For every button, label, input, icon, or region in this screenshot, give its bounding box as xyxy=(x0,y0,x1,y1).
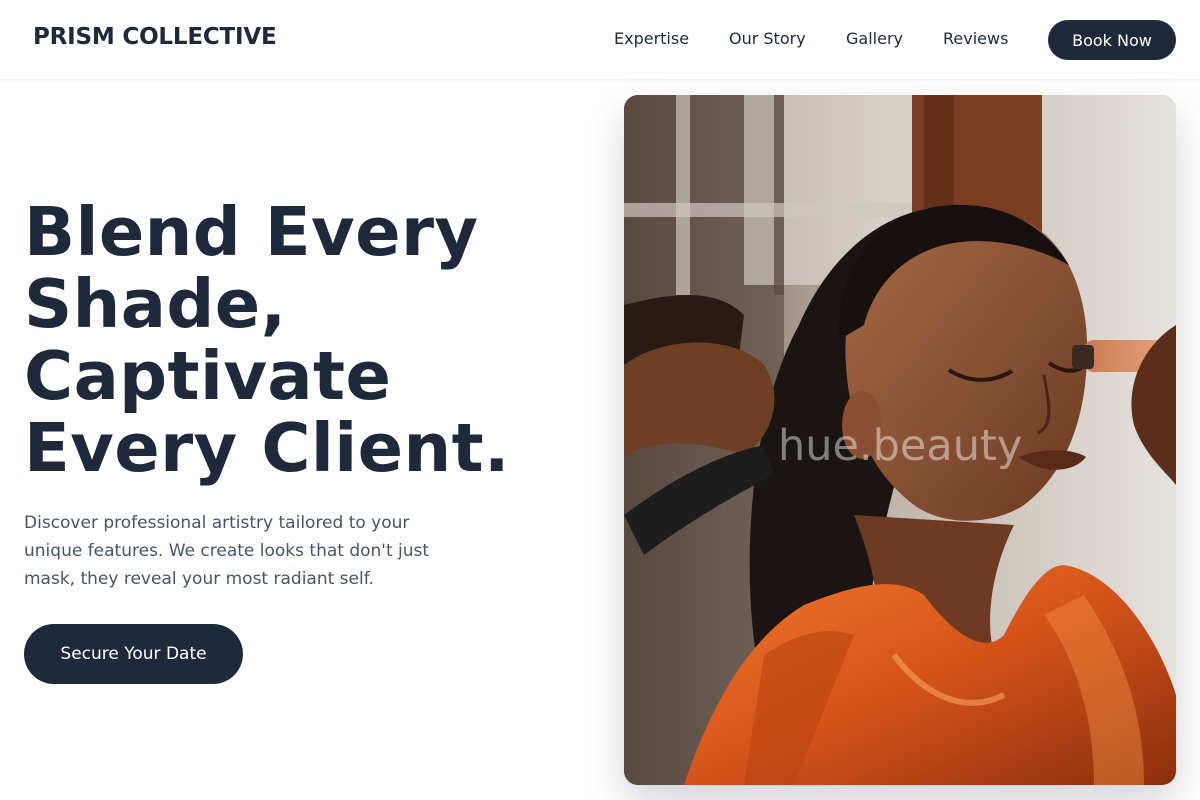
photo-watermark: hue.beauty xyxy=(778,421,1023,471)
hero-description-line: mask, they reveal your most radiant self… xyxy=(24,569,374,589)
nav-link-our-story[interactable]: Our Story xyxy=(729,29,806,48)
hero-photo: hue.beauty xyxy=(624,95,1176,785)
nav-link-reviews[interactable]: Reviews xyxy=(943,29,1008,48)
hero-title-line: Captivate xyxy=(24,337,392,415)
book-now-button[interactable]: Book Now xyxy=(1048,20,1176,60)
hero-title-line: Shade, xyxy=(24,265,287,343)
hero-title-line: Blend Every xyxy=(24,193,479,271)
hero-title-line: Every Client. xyxy=(24,409,510,487)
site-header: PRISM COLLECTIVE Expertise Our Story Gal… xyxy=(0,0,1200,80)
hero-description-line: Discover professional artistry tailored … xyxy=(24,513,410,533)
secure-your-date-button[interactable]: Secure Your Date xyxy=(24,624,243,684)
nav-link-gallery[interactable]: Gallery xyxy=(846,29,903,48)
hero-description-line: unique features. We create looks that do… xyxy=(24,541,430,561)
hero-description: Discover professional artistry tailored … xyxy=(24,509,474,593)
nav-link-expertise[interactable]: Expertise xyxy=(614,29,689,48)
brand-logo[interactable]: PRISM COLLECTIVE xyxy=(33,24,277,50)
hero-title: Blend Every Shade, Captivate Every Clien… xyxy=(24,196,594,484)
